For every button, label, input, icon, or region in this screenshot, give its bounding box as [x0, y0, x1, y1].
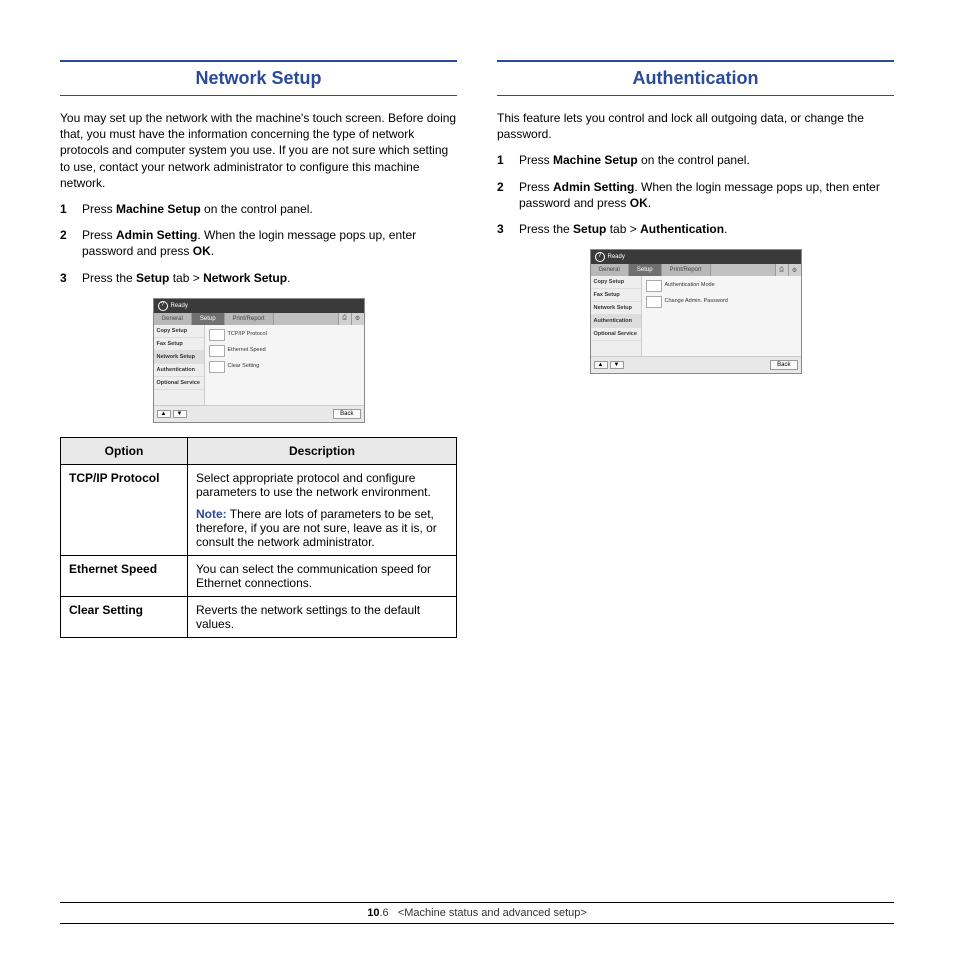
tab-printreport[interactable]: Print/Report: [225, 313, 274, 325]
section-title-network: Network Setup: [60, 60, 457, 96]
th-description: Description: [188, 437, 457, 464]
chapter-number: 10: [367, 907, 379, 919]
page-up-icon[interactable]: ▲: [594, 361, 608, 369]
help-icon[interactable]: ?: [595, 252, 605, 262]
side-fax-setup[interactable]: Fax Setup: [591, 289, 641, 302]
page-number: .6: [379, 907, 388, 919]
step-text: Press Machine Setup on the control panel…: [82, 201, 457, 217]
right-column: Authentication This feature lets you con…: [497, 60, 894, 638]
opt-change-admin-pw[interactable]: Change Admin. Password: [646, 296, 797, 308]
table-row: Clear Setting Reverts the network settin…: [61, 596, 457, 637]
status-ready: Ready: [608, 254, 625, 260]
tab-general[interactable]: General: [591, 264, 629, 276]
step-text: Press Admin Setting. When the login mess…: [519, 179, 894, 211]
step-num: 1: [497, 152, 519, 168]
touchscreen-mock-network: ? Ready General Setup Print/Report ⎙ ⚙ C…: [153, 298, 365, 423]
opt-desc: Select appropriate protocol and configur…: [188, 464, 457, 555]
table-row: Ethernet Speed You can select the commun…: [61, 555, 457, 596]
step-num: 3: [60, 270, 82, 286]
side-fax-setup[interactable]: Fax Setup: [154, 338, 204, 351]
step-num: 1: [60, 201, 82, 217]
side-network-setup[interactable]: Network Setup: [154, 351, 204, 364]
side-authentication[interactable]: Authentication: [591, 315, 641, 328]
opt-auth-mode[interactable]: Authentication Mode: [646, 280, 797, 292]
left-column: Network Setup You may set up the network…: [60, 60, 457, 638]
back-button[interactable]: Back: [770, 360, 797, 370]
page-down-icon[interactable]: ▼: [610, 361, 624, 369]
tab-setup[interactable]: Setup: [192, 313, 225, 325]
side-optional-service[interactable]: Optional Service: [591, 328, 641, 341]
table-row: TCP/IP Protocol Select appropriate proto…: [61, 464, 457, 555]
opt-desc: Reverts the network settings to the defa…: [188, 596, 457, 637]
side-copy-setup[interactable]: Copy Setup: [591, 276, 641, 289]
opt-tcpip[interactable]: TCP/IP Protocol: [209, 329, 360, 341]
settings-icon[interactable]: ⚙: [351, 313, 364, 325]
steps-network: 1 Press Machine Setup on the control pan…: [60, 201, 457, 286]
opt-clear-setting[interactable]: Clear Setting: [209, 361, 360, 373]
step-num: 3: [497, 221, 519, 237]
touchscreen-mock-auth: ? Ready General Setup Print/Report ⎙ ⚙ C…: [590, 249, 802, 374]
opt-desc: You can select the communication speed f…: [188, 555, 457, 596]
opt-name: Ethernet Speed: [61, 555, 188, 596]
step-text: Press Machine Setup on the control panel…: [519, 152, 894, 168]
help-icon[interactable]: ?: [158, 301, 168, 311]
opt-ethernet-speed[interactable]: Ethernet Speed: [209, 345, 360, 357]
options-table: Option Description TCP/IP Protocol Selec…: [60, 437, 457, 638]
intro-auth: This feature lets you control and lock a…: [497, 110, 894, 142]
status-ready: Ready: [171, 303, 188, 309]
page-down-icon[interactable]: ▼: [173, 410, 187, 418]
tab-printreport[interactable]: Print/Report: [662, 264, 711, 276]
steps-auth: 1 Press Machine Setup on the control pan…: [497, 152, 894, 237]
step-text: Press the Setup tab > Network Setup.: [82, 270, 457, 286]
side-optional-service[interactable]: Optional Service: [154, 377, 204, 390]
usb-icon[interactable]: ⎙: [338, 313, 351, 325]
step-text: Press the Setup tab > Authentication.: [519, 221, 894, 237]
back-button[interactable]: Back: [333, 409, 360, 419]
step-text: Press Admin Setting. When the login mess…: [82, 227, 457, 259]
page-footer: 10.6 <Machine status and advanced setup>: [60, 902, 894, 924]
side-authentication[interactable]: Authentication: [154, 364, 204, 377]
side-network-setup[interactable]: Network Setup: [591, 302, 641, 315]
side-copy-setup[interactable]: Copy Setup: [154, 325, 204, 338]
section-title-auth: Authentication: [497, 60, 894, 96]
note-label: Note:: [196, 507, 227, 521]
settings-icon[interactable]: ⚙: [788, 264, 801, 276]
step-num: 2: [60, 227, 82, 259]
footer-label: <Machine status and advanced setup>: [398, 907, 587, 919]
th-option: Option: [61, 437, 188, 464]
opt-name: TCP/IP Protocol: [61, 464, 188, 555]
page-up-icon[interactable]: ▲: [157, 410, 171, 418]
opt-name: Clear Setting: [61, 596, 188, 637]
tab-general[interactable]: General: [154, 313, 192, 325]
intro-network: You may set up the network with the mach…: [60, 110, 457, 191]
usb-icon[interactable]: ⎙: [775, 264, 788, 276]
tab-setup[interactable]: Setup: [629, 264, 662, 276]
step-num: 2: [497, 179, 519, 211]
